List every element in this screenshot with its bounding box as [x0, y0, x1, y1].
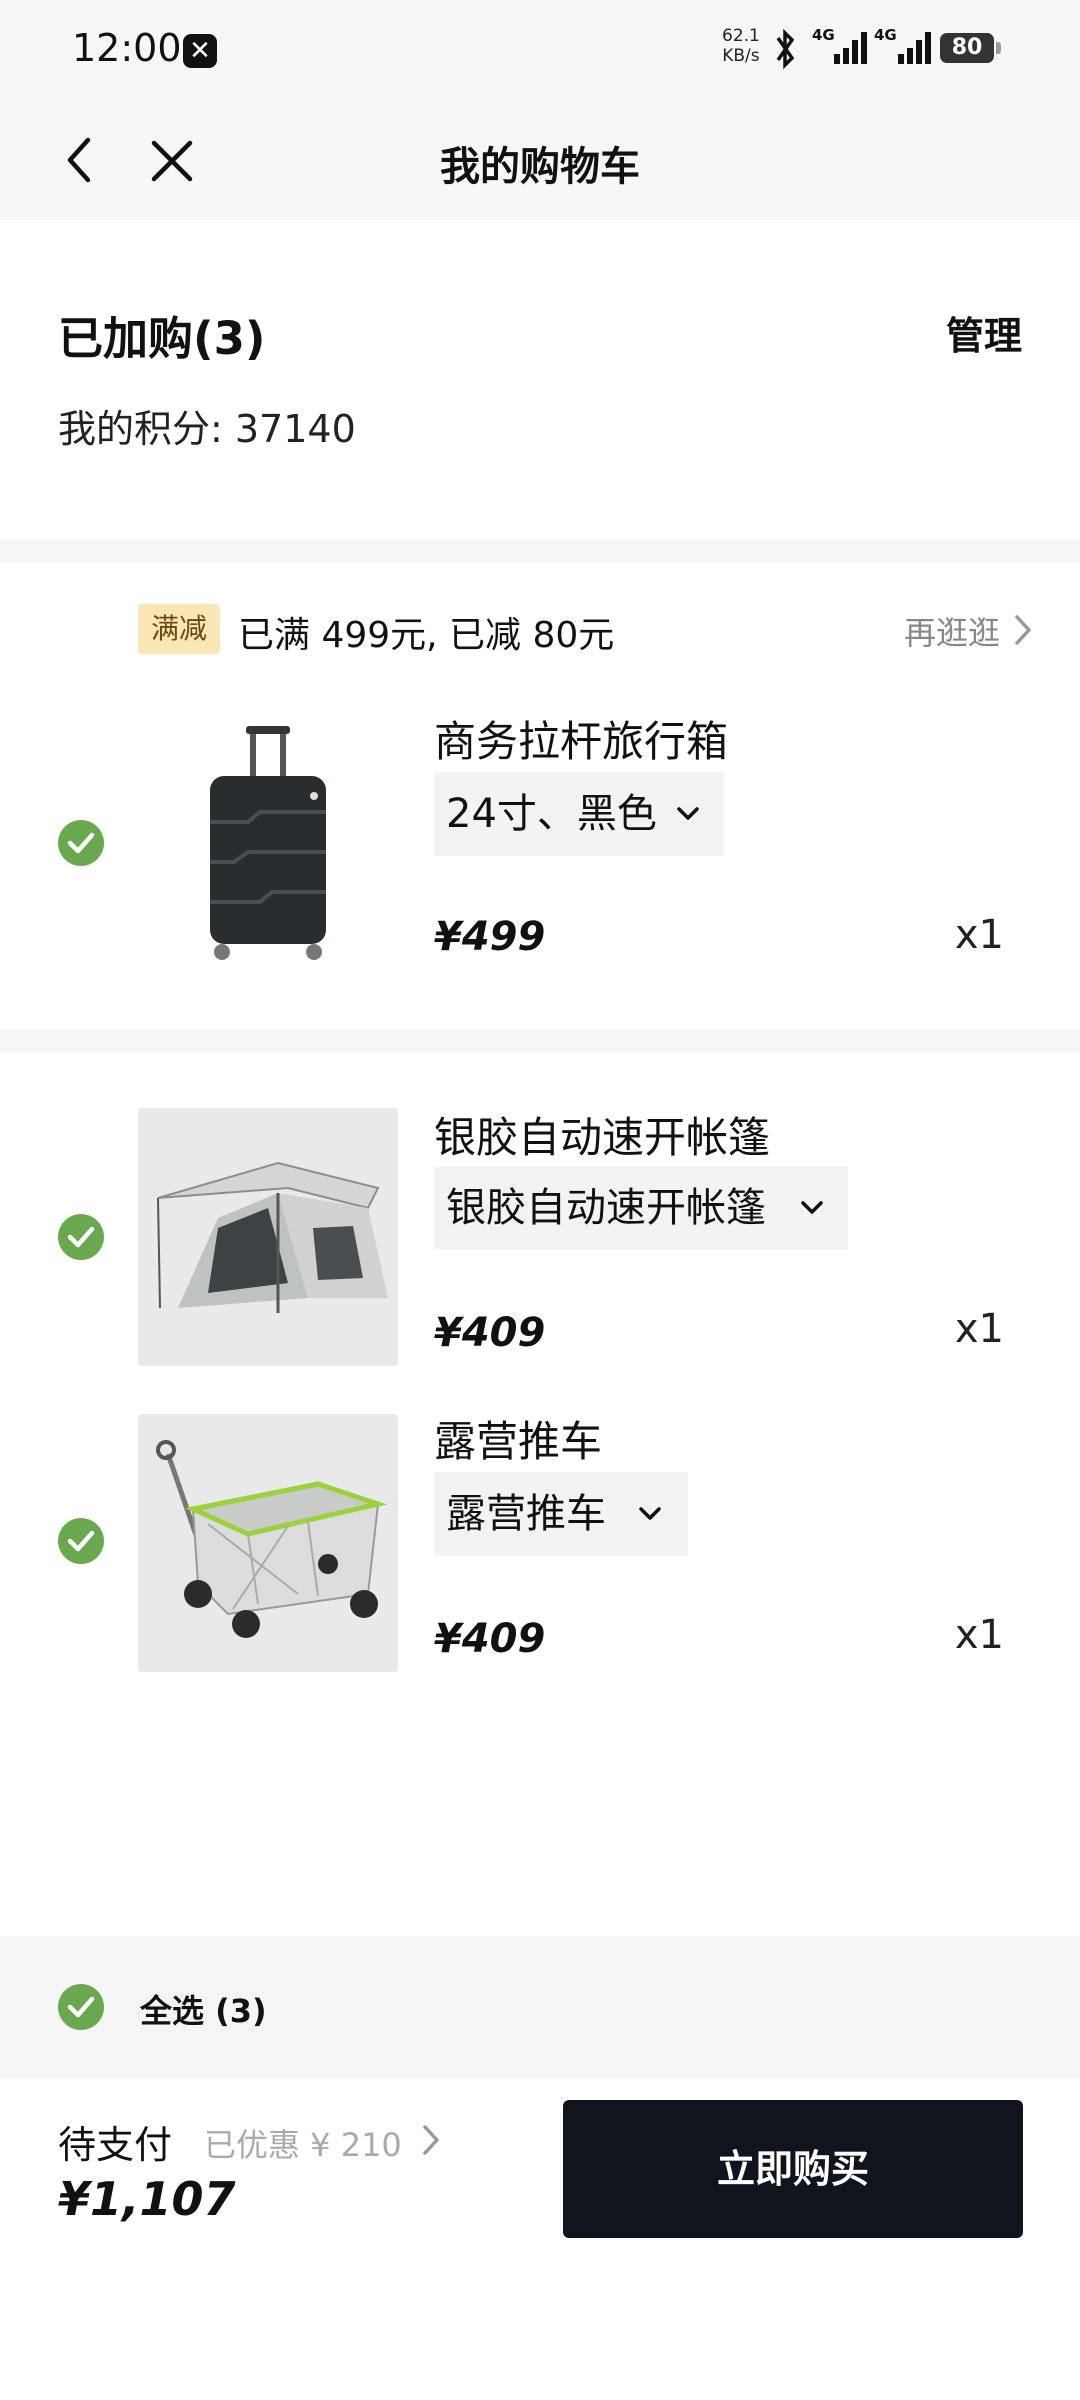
item-checkbox[interactable] — [58, 1518, 104, 1564]
select-all-checkbox[interactable] — [58, 1984, 104, 2030]
luggage-image — [210, 726, 326, 960]
pending-payment-label: 待支付 — [58, 2123, 173, 2167]
chevron-down-icon — [801, 1201, 823, 1214]
battery-tip — [996, 42, 1001, 54]
quantity-label[interactable]: x1 — [955, 1612, 1004, 1658]
network-speed: 62.1 KB/s — [722, 26, 760, 66]
signal-strength-2: 4G — [874, 26, 934, 72]
chevron-down-icon — [677, 807, 699, 820]
product-image-luggage[interactable] — [138, 712, 398, 970]
network-speed-unit: KB/s — [722, 46, 760, 66]
status-time: 12:00 — [72, 26, 182, 70]
select-all-label[interactable]: 全选 (3) — [140, 1986, 267, 2032]
chevron-right-icon[interactable] — [1012, 612, 1034, 648]
product-price: ¥409 — [434, 1616, 546, 1662]
promo-badge: 满减 — [138, 604, 220, 654]
buy-now-button[interactable]: 立即购买 — [563, 2100, 1023, 2238]
signal-1-type: 4G — [812, 26, 835, 44]
tent-image — [138, 1108, 398, 1366]
check-icon — [67, 1226, 95, 1248]
quantity-label[interactable]: x1 — [955, 1306, 1004, 1352]
cart-count-title: 已加购(3) — [58, 312, 266, 365]
check-icon — [67, 1530, 95, 1552]
item-checkbox[interactable] — [58, 1214, 104, 1260]
signal-2-type: 4G — [874, 26, 897, 44]
variant-label: 露营推车 — [446, 1491, 606, 1537]
divider — [0, 1030, 1080, 1052]
manage-button[interactable]: 管理 — [946, 305, 1022, 360]
signal-strength-1: 4G — [812, 26, 870, 72]
promo-text: 已满 499元, 已减 80元 — [238, 615, 615, 656]
app-notification-icon: ✕ — [183, 34, 217, 68]
battery-icon: 80 — [940, 33, 994, 63]
chevron-right-icon[interactable] — [420, 2122, 442, 2158]
wagon-image — [138, 1414, 398, 1672]
total-price: ¥1,107 — [58, 2172, 236, 2226]
check-icon — [67, 1996, 95, 2018]
variant-label: 24寸、黑色 — [446, 791, 657, 837]
points-balance: 我的积分: 37140 — [58, 407, 356, 451]
product-price: ¥499 — [434, 914, 546, 960]
page-title: 我的购物车 — [440, 144, 640, 190]
item-checkbox[interactable] — [58, 820, 104, 866]
product-name[interactable]: 露营推车 — [434, 1408, 602, 1469]
product-name[interactable]: 商务拉杆旅行箱 — [434, 708, 728, 769]
product-image-wagon[interactable] — [138, 1414, 398, 1672]
variant-selector[interactable]: 24寸、黑色 — [434, 772, 724, 856]
variant-label: 银胶自动速开帐篷 — [446, 1185, 766, 1231]
chevron-down-icon — [639, 1507, 661, 1520]
product-image-tent[interactable] — [138, 1108, 398, 1366]
network-speed-value: 62.1 — [722, 26, 760, 46]
product-name[interactable]: 银胶自动速开帐篷 — [434, 1104, 770, 1165]
discount-detail-link[interactable]: 已优惠 ¥ 210 — [204, 2120, 402, 2166]
shop-more-link[interactable]: 再逛逛 — [904, 608, 1000, 654]
bluetooth-icon — [776, 28, 795, 70]
variant-selector[interactable]: 银胶自动速开帐篷 — [434, 1166, 848, 1250]
check-icon — [67, 832, 95, 854]
product-price: ¥409 — [434, 1310, 546, 1356]
divider — [0, 540, 1080, 562]
quantity-label[interactable]: x1 — [955, 912, 1004, 958]
variant-selector[interactable]: 露营推车 — [434, 1472, 688, 1556]
